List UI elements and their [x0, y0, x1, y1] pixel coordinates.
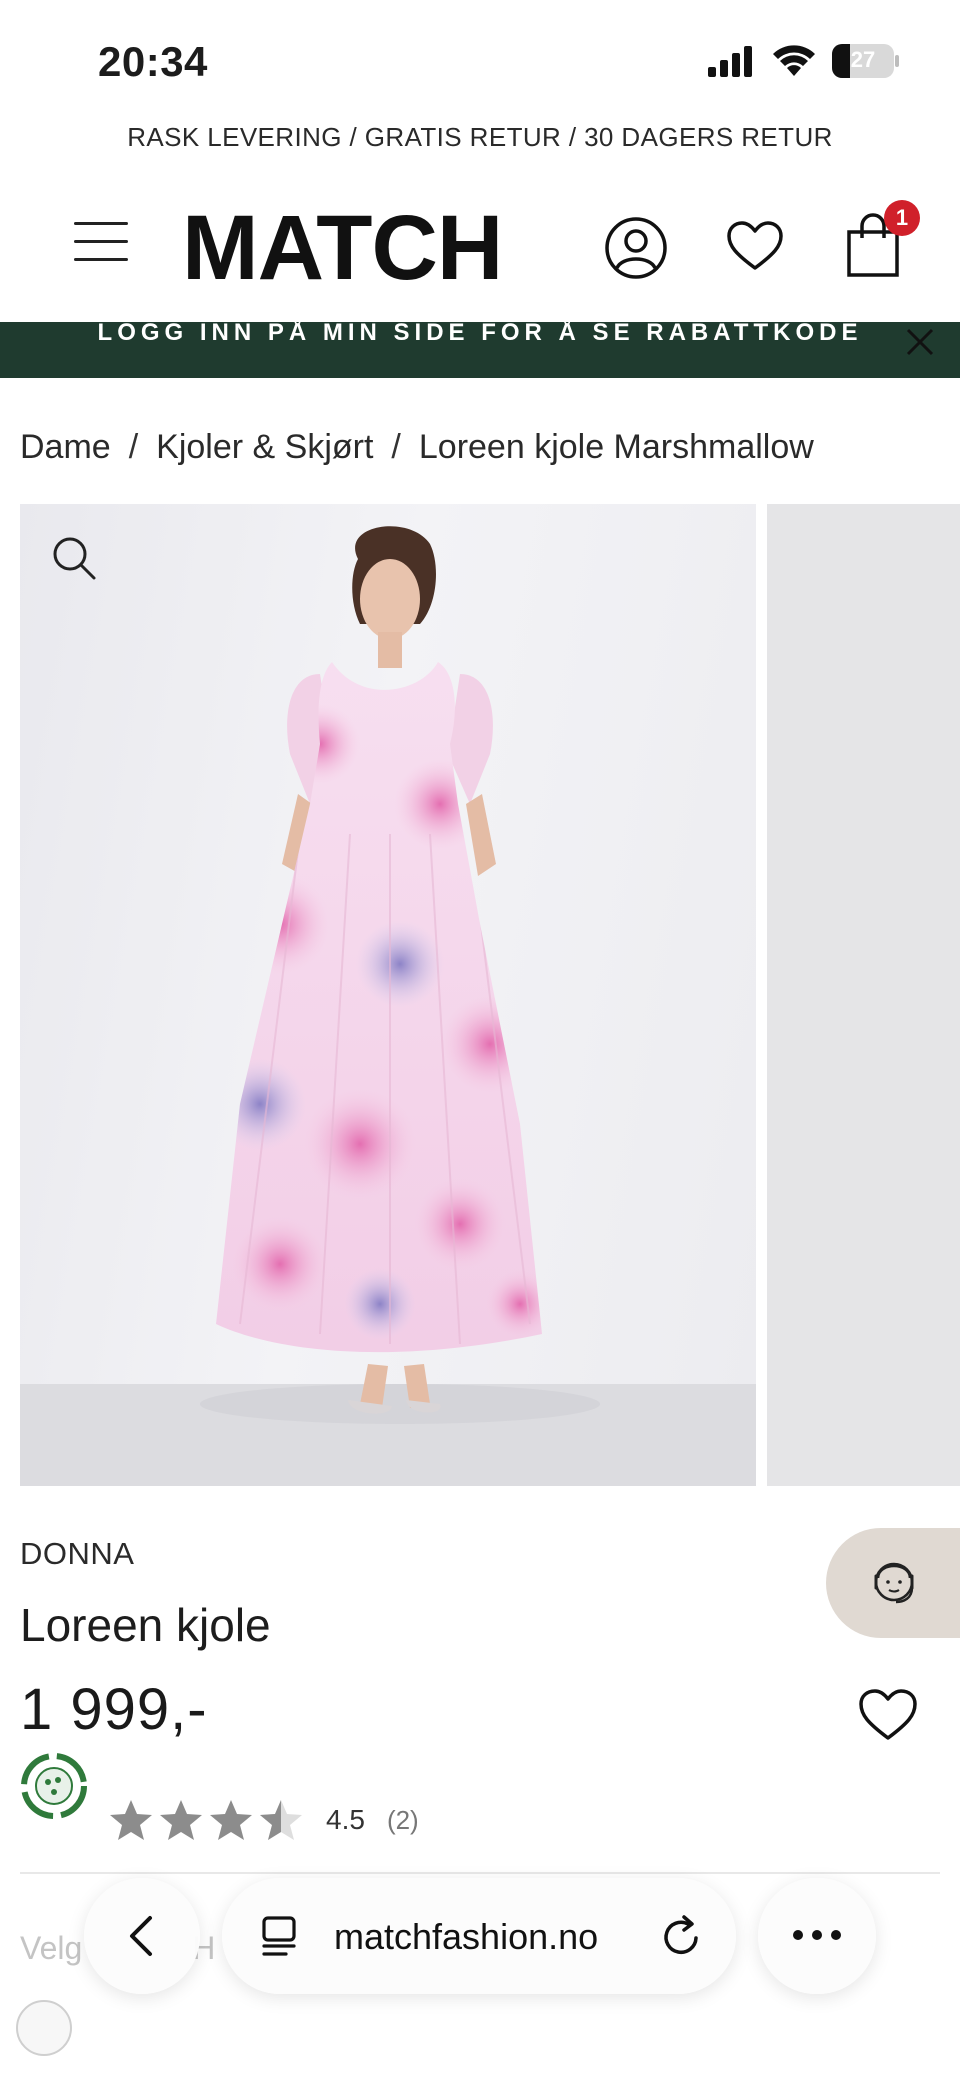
search-icon[interactable]	[50, 534, 98, 582]
login-banner[interactable]: LOGG INN PÅ MIN SIDE FOR Å SE RABATTKODE	[0, 322, 960, 378]
browser-more-button[interactable]	[758, 1878, 876, 1994]
signal-icon	[708, 46, 752, 77]
product-rating[interactable]: 4.5 (2)	[108, 1798, 419, 1842]
breadcrumb-item-dame[interactable]: Dame	[20, 428, 111, 467]
promo-strip: RASK LEVERING / GRATIS RETUR / 30 DAGERS…	[127, 122, 833, 152]
rating-count[interactable]: (2)	[387, 1805, 419, 1836]
wifi-icon	[773, 45, 815, 76]
support-agent-icon	[874, 1562, 914, 1604]
add-to-wishlist-button[interactable]	[858, 1688, 918, 1742]
back-icon	[130, 1916, 152, 1956]
product-title: Loreen kjole	[20, 1599, 271, 1651]
status-icons: 27	[706, 44, 900, 78]
battery-level: 27	[850, 47, 876, 72]
browser-toolbar: matchfashion.no	[0, 1870, 960, 2000]
battery-icon: 27	[832, 44, 900, 78]
rating-value: 4.5	[326, 1804, 365, 1835]
star-icon	[110, 1800, 152, 1840]
star-icon	[260, 1800, 302, 1840]
breadcrumb-separator: /	[391, 428, 401, 466]
status-bar: 20:34 27	[0, 0, 960, 120]
color-swatch[interactable]	[16, 2000, 72, 2056]
browser-address-bar[interactable]: matchfashion.no	[222, 1878, 736, 1994]
browser-back-button[interactable]	[84, 1878, 200, 1994]
product-price: 1 999,-	[20, 1677, 208, 1742]
breadcrumb: Dame / Kjoler & Skjørt / Loreen kjole Ma…	[20, 428, 814, 467]
login-banner-text: LOGG INN PÅ MIN SIDE FOR Å SE RABATTKODE	[97, 322, 863, 346]
eco-icon[interactable]	[18, 1750, 90, 1822]
breadcrumb-item-current: Loreen kjole Marshmallow	[418, 428, 814, 466]
breadcrumb-separator: /	[128, 428, 139, 466]
customer-support-button[interactable]	[826, 1528, 960, 1638]
product-gallery[interactable]	[20, 504, 960, 1486]
breadcrumb-item-kjoler[interactable]: Kjoler & Skjørt	[156, 428, 373, 467]
site-header: MATCH	[0, 190, 960, 310]
site-logo[interactable]: MATCH	[182, 196, 503, 301]
product-brand[interactable]: DONNA	[20, 1536, 134, 1572]
account-icon[interactable]	[604, 216, 668, 280]
product-image-next[interactable]	[767, 504, 960, 1486]
product-image[interactable]	[20, 504, 756, 1486]
heart-icon[interactable]	[726, 220, 784, 272]
menu-icon[interactable]	[74, 220, 128, 264]
star-icon	[210, 1800, 252, 1840]
reload-icon[interactable]	[658, 1914, 704, 1960]
tabs-icon	[262, 1916, 296, 1956]
browser-url: matchfashion.no	[334, 1916, 599, 1957]
status-time: 20:34	[98, 38, 208, 85]
cart-count-badge: 1	[884, 200, 920, 236]
more-icon	[793, 1930, 841, 1940]
close-icon[interactable]	[904, 326, 936, 358]
dress-illustration	[20, 526, 756, 1486]
star-icon	[160, 1800, 202, 1840]
